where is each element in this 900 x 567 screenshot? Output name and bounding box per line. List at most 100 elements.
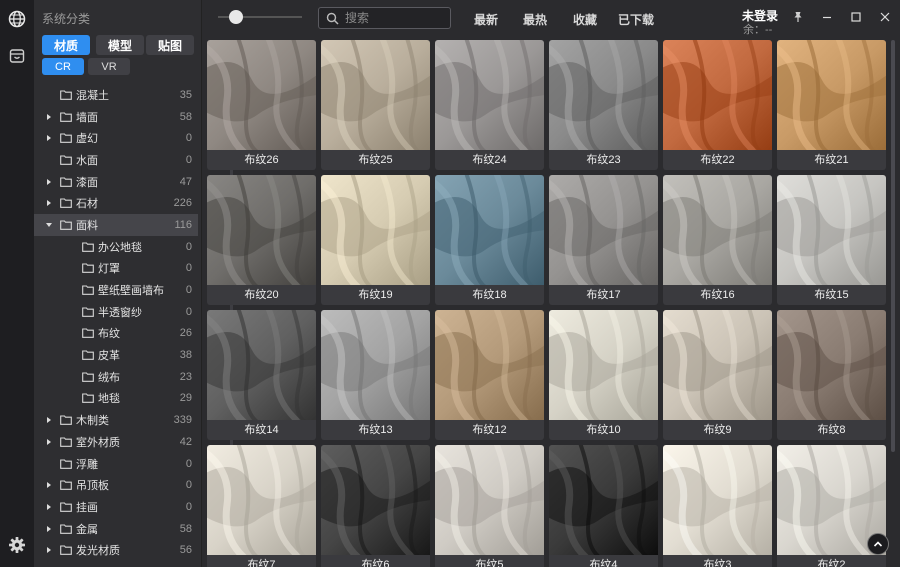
material-card[interactable]: 布纹8 [777, 310, 886, 440]
tree-item[interactable]: 面料 116 [34, 214, 198, 236]
material-thumbnail[interactable] [549, 310, 658, 420]
nav-hottest[interactable]: 最热 [523, 11, 547, 28]
tab-model[interactable]: 模型 [96, 35, 144, 55]
material-card[interactable]: 布纹6 [321, 445, 430, 567]
material-thumbnail[interactable] [321, 445, 430, 555]
tree-item[interactable]: 壁纸壁画墙布 0 [34, 279, 198, 301]
tree-item[interactable]: 吊顶板 0 [34, 474, 198, 496]
material-card[interactable]: 布纹16 [663, 175, 772, 305]
caret-right-icon[interactable] [44, 502, 54, 512]
tree-item[interactable]: 绒布 23 [34, 366, 198, 388]
material-card[interactable]: 布纹18 [435, 175, 544, 305]
material-card[interactable]: 布纹26 [207, 40, 316, 170]
material-card[interactable]: 布纹5 [435, 445, 544, 567]
tree-item[interactable]: 布纹 26 [34, 323, 198, 345]
material-thumbnail[interactable] [435, 175, 544, 285]
tree-item[interactable]: 半透窗纱 0 [34, 301, 198, 323]
close-icon[interactable] [877, 9, 893, 25]
material-card[interactable]: 布纹19 [321, 175, 430, 305]
grid-scrollbar[interactable] [891, 40, 895, 452]
tab-cr[interactable]: CR [42, 58, 84, 75]
tab-material[interactable]: 材质 [42, 35, 90, 55]
material-card[interactable]: 布纹14 [207, 310, 316, 440]
material-card[interactable]: 布纹22 [663, 40, 772, 170]
tree-item[interactable]: 漆面 47 [34, 171, 198, 193]
material-card[interactable]: 布纹7 [207, 445, 316, 567]
material-thumbnail[interactable] [549, 175, 658, 285]
material-card[interactable]: 布纹12 [435, 310, 544, 440]
tree-item[interactable]: 地毯 29 [34, 388, 198, 410]
pin-icon[interactable] [790, 9, 806, 25]
tree-item[interactable]: 发光材质 56 [34, 539, 198, 561]
nav-latest[interactable]: 最新 [474, 11, 498, 28]
tree-item[interactable]: 木制类 339 [34, 409, 198, 431]
size-slider-handle[interactable] [229, 10, 243, 24]
globe-icon[interactable] [3, 5, 31, 33]
caret-right-icon[interactable] [44, 198, 54, 208]
caret-right-icon[interactable] [44, 133, 54, 143]
material-thumbnail[interactable] [549, 40, 658, 150]
material-thumbnail[interactable] [435, 40, 544, 150]
material-card[interactable]: 布纹23 [549, 40, 658, 170]
tree-item[interactable]: 混凝土 35 [34, 84, 198, 106]
scroll-to-top-button[interactable] [867, 533, 889, 555]
tree-item[interactable]: 皮革 38 [34, 344, 198, 366]
material-card[interactable]: 布纹15 [777, 175, 886, 305]
material-card[interactable]: 布纹9 [663, 310, 772, 440]
search-input[interactable] [345, 10, 445, 26]
material-card[interactable]: 布纹10 [549, 310, 658, 440]
material-card[interactable]: 布纹17 [549, 175, 658, 305]
maximize-icon[interactable] [848, 9, 864, 25]
gear-icon[interactable] [3, 531, 31, 559]
material-card[interactable]: 布纹20 [207, 175, 316, 305]
material-thumbnail[interactable] [663, 175, 772, 285]
tree-item[interactable]: 灯罩 0 [34, 258, 198, 280]
tree-item[interactable]: 室外材质 42 [34, 431, 198, 453]
material-thumbnail[interactable] [207, 310, 316, 420]
material-thumbnail[interactable] [321, 310, 430, 420]
material-thumbnail[interactable] [321, 40, 430, 150]
tree-item[interactable]: 水面 0 [34, 149, 198, 171]
caret-right-icon[interactable] [44, 112, 54, 122]
tab-texture[interactable]: 贴图 [146, 35, 194, 55]
material-card[interactable]: 布纹13 [321, 310, 430, 440]
caret-right-icon[interactable] [44, 480, 54, 490]
material-thumbnail[interactable] [207, 445, 316, 555]
tree-item[interactable]: 挂画 0 [34, 496, 198, 518]
tree-item[interactable]: 石材 226 [34, 192, 198, 214]
caret-right-icon[interactable] [44, 524, 54, 534]
material-card[interactable]: 布纹4 [549, 445, 658, 567]
material-card[interactable]: 布纹25 [321, 40, 430, 170]
material-thumbnail[interactable] [207, 175, 316, 285]
material-thumbnail[interactable] [663, 40, 772, 150]
caret-right-icon[interactable] [44, 437, 54, 447]
material-thumbnail[interactable] [435, 445, 544, 555]
material-thumbnail[interactable] [321, 175, 430, 285]
material-card[interactable]: 布纹24 [435, 40, 544, 170]
tree-item[interactable]: 墙面 58 [34, 106, 198, 128]
tree-item[interactable]: 办公地毯 0 [34, 236, 198, 258]
tree-item[interactable]: 金属 58 [34, 518, 198, 540]
minimize-icon[interactable] [819, 9, 835, 25]
material-thumbnail[interactable] [549, 445, 658, 555]
material-thumbnail[interactable] [663, 445, 772, 555]
material-thumbnail[interactable] [207, 40, 316, 150]
material-card[interactable]: 布纹21 [777, 40, 886, 170]
material-card[interactable]: 布纹3 [663, 445, 772, 567]
caret-right-icon[interactable] [44, 177, 54, 187]
tab-vr[interactable]: VR [88, 58, 130, 75]
material-thumbnail[interactable] [435, 310, 544, 420]
material-thumbnail[interactable] [777, 175, 886, 285]
tree-item[interactable]: 虚幻 0 [34, 127, 198, 149]
inbox-icon[interactable] [3, 42, 31, 70]
material-thumbnail[interactable] [663, 310, 772, 420]
material-thumbnail[interactable] [777, 40, 886, 150]
nav-downloaded[interactable]: 已下载 [618, 11, 654, 28]
caret-right-icon[interactable] [44, 415, 54, 425]
material-thumbnail[interactable] [777, 310, 886, 420]
search-box[interactable] [318, 7, 451, 29]
nav-favorites[interactable]: 收藏 [573, 11, 597, 28]
caret-down-icon[interactable] [44, 220, 54, 230]
tree-item[interactable]: 浮雕 0 [34, 453, 198, 475]
caret-right-icon[interactable] [44, 545, 54, 555]
